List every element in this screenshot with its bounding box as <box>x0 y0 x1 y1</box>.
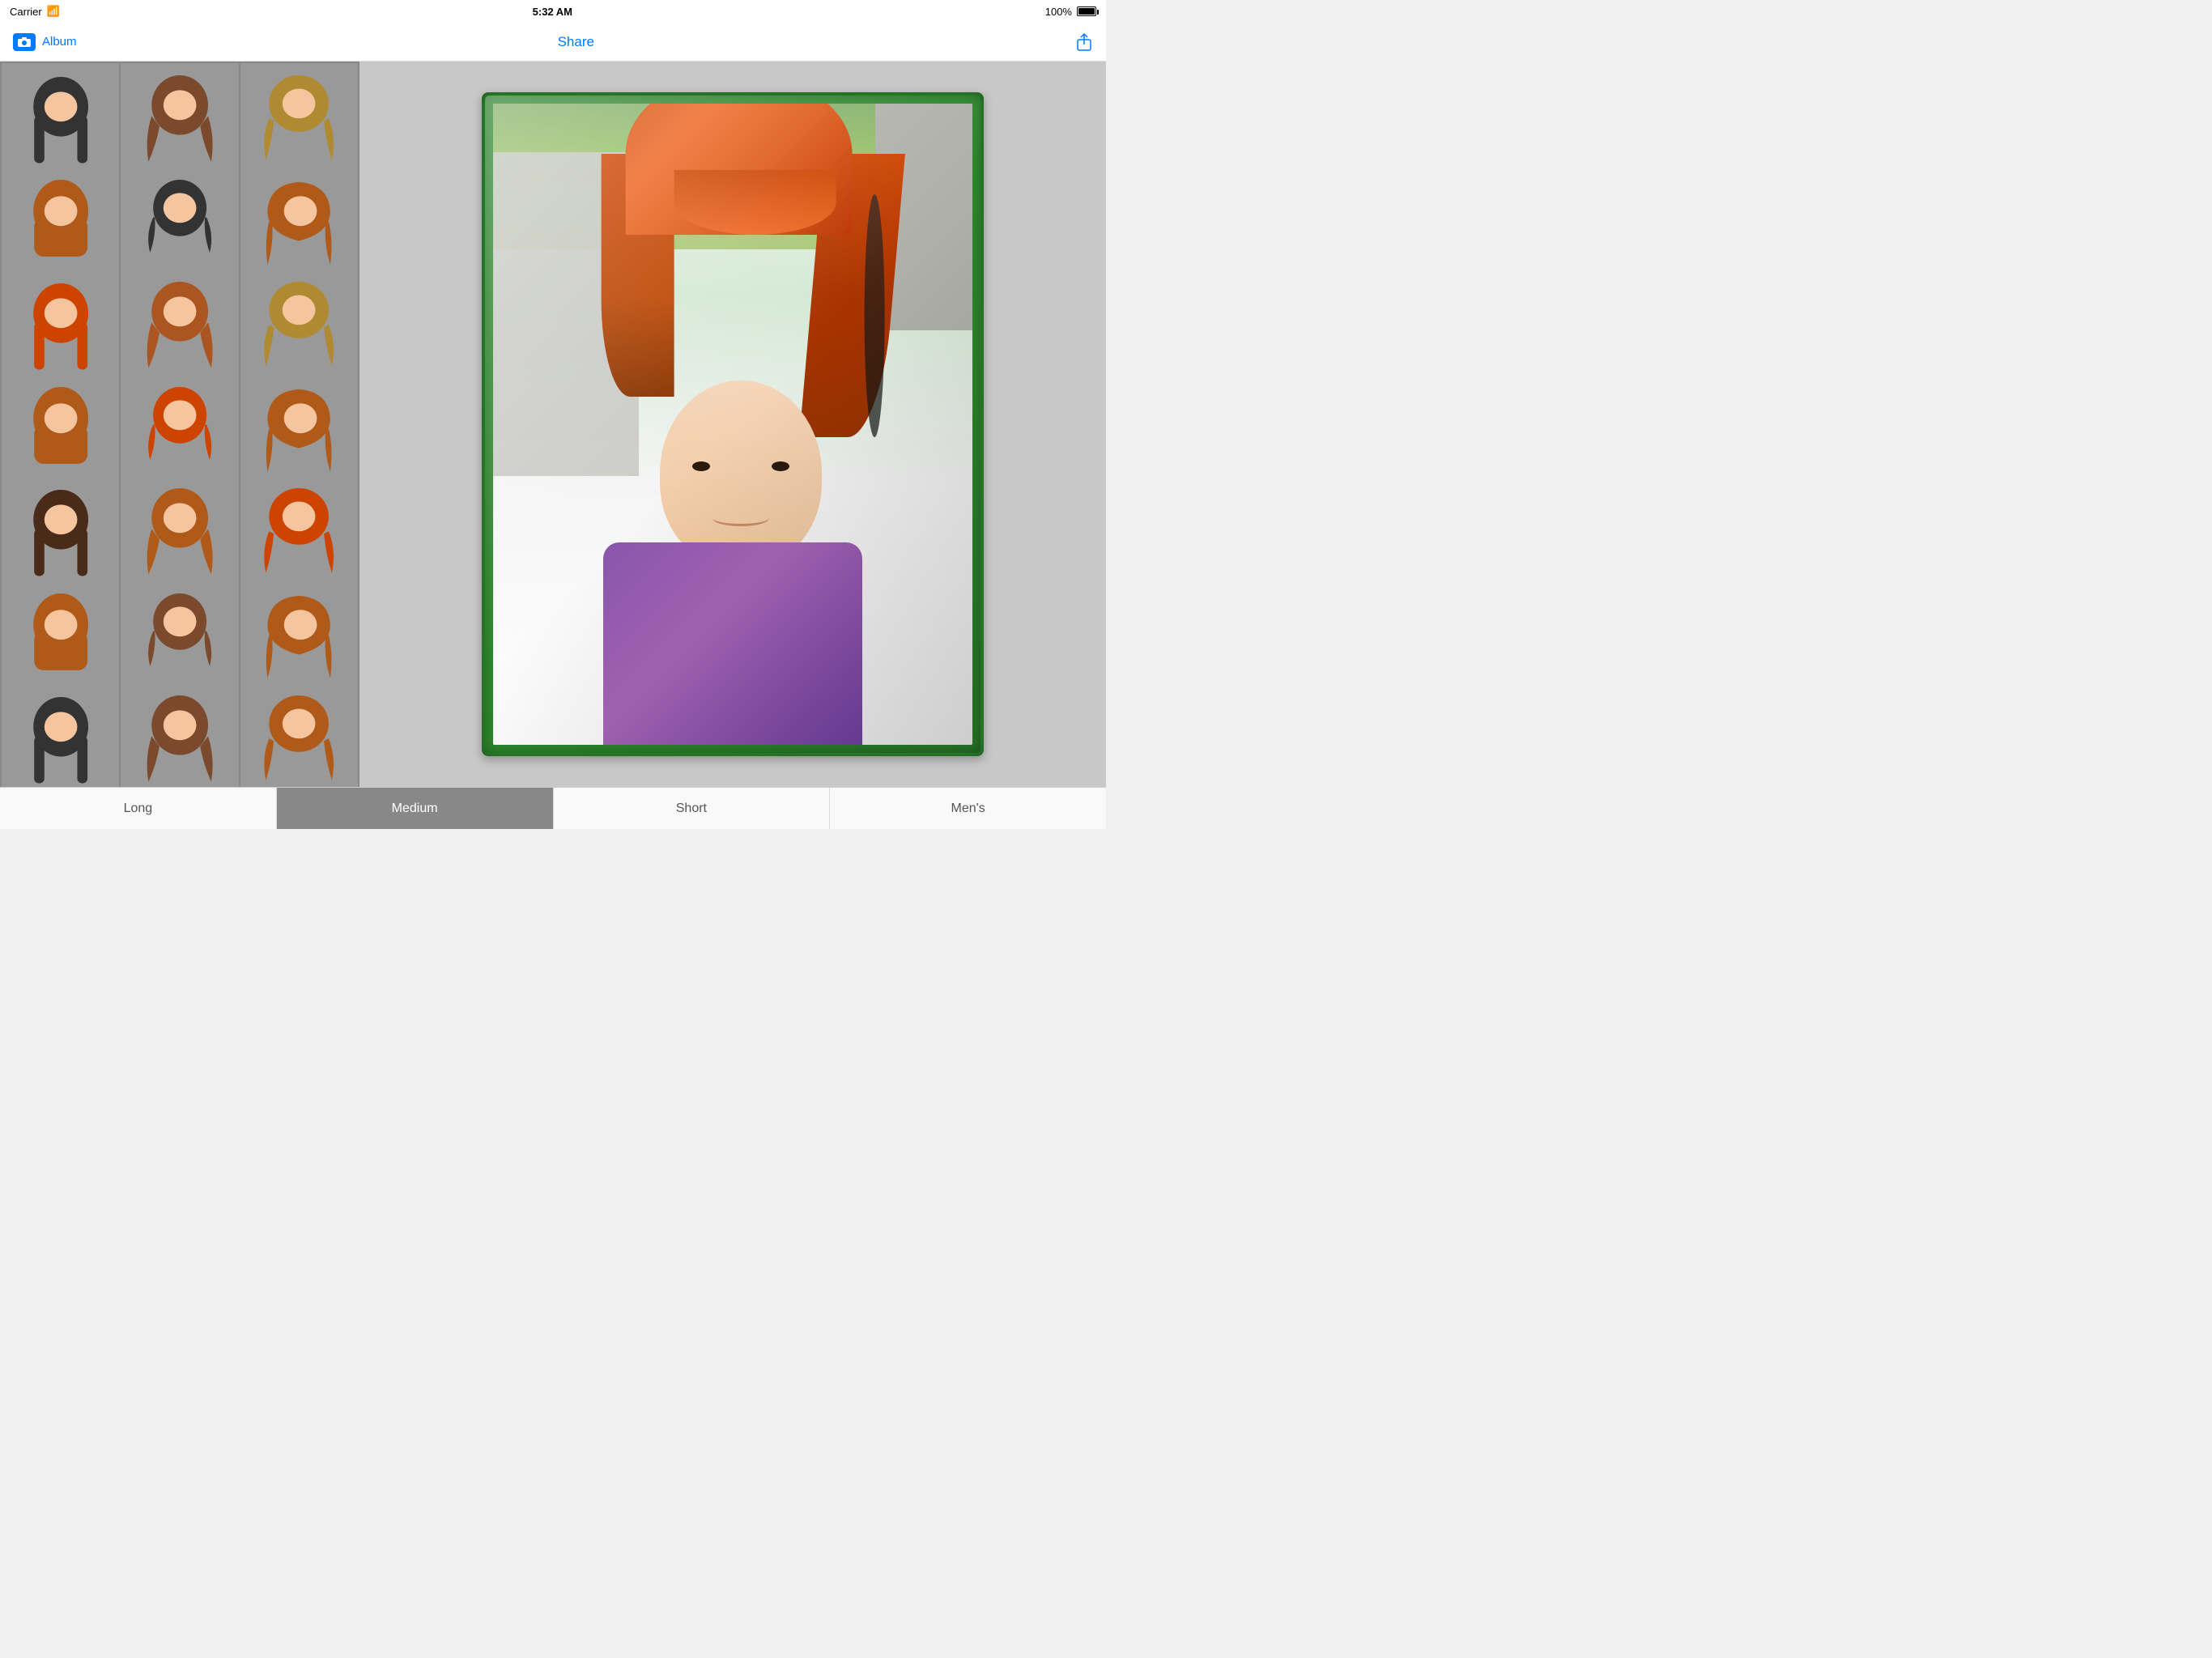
nav-left[interactable]: Album <box>13 33 77 51</box>
eye-left <box>692 461 710 471</box>
tab-bar: Long Medium Short Men's <box>0 787 1106 829</box>
hair-item-21[interactable]: 21 <box>240 683 358 787</box>
hair-dark-streak <box>865 194 885 437</box>
photo-frame <box>482 92 984 756</box>
hair-item-9[interactable]: 9 <box>240 270 358 387</box>
photo-inner <box>493 104 972 745</box>
hair-item-20[interactable]: 20 <box>121 683 238 787</box>
nav-bar: Album Share <box>0 23 1106 62</box>
hair-grid-panel: 123456789101112131415161718192021 <box>0 62 359 787</box>
status-left: Carrier 📶 <box>10 5 60 18</box>
status-time: 5:32 AM <box>533 6 572 18</box>
hair-item-1[interactable]: 1 <box>2 63 119 181</box>
hair-item-5[interactable]: 5 <box>121 167 238 284</box>
hair-item-7[interactable]: 7 <box>2 270 119 387</box>
woman-eyes <box>692 461 789 471</box>
eye-right <box>772 461 789 471</box>
main-content: 123456789101112131415161718192021 <box>0 62 1106 787</box>
battery-icon <box>1077 6 1096 16</box>
hair-item-3[interactable]: 3 <box>240 63 358 181</box>
hair-item-10[interactable]: 10 <box>2 373 119 491</box>
hair-item-18[interactable]: 18 <box>240 580 358 698</box>
share-icon-button[interactable] <box>1075 33 1093 51</box>
album-label[interactable]: Album <box>42 35 77 49</box>
tab-mens[interactable]: Men's <box>830 788 1106 829</box>
wifi-icon: 📶 <box>47 5 60 18</box>
hair-item-4[interactable]: 4 <box>2 167 119 284</box>
hair-item-6[interactable]: 6 <box>240 167 358 284</box>
tab-short[interactable]: Short <box>554 788 831 829</box>
tab-medium[interactable]: Medium <box>277 788 554 829</box>
hair-item-11[interactable]: 11 <box>121 373 238 491</box>
hair-item-13[interactable]: 13 <box>2 477 119 594</box>
tab-long[interactable]: Long <box>0 788 277 829</box>
hair-item-17[interactable]: 17 <box>121 580 238 698</box>
hair-item-15[interactable]: 15 <box>240 477 358 594</box>
status-right: 100% <box>1045 6 1096 18</box>
battery-label: 100% <box>1045 6 1072 18</box>
woman-face <box>660 380 822 567</box>
photo-scene <box>493 104 972 745</box>
hair-bangs <box>674 170 836 235</box>
hair-item-2[interactable]: 2 <box>121 63 238 181</box>
woman-body <box>603 542 862 745</box>
share-button[interactable]: Share <box>558 34 594 50</box>
preview-panel <box>359 62 1106 787</box>
carrier-label: Carrier <box>10 6 42 18</box>
hair-item-14[interactable]: 14 <box>121 477 238 594</box>
hair-item-12[interactable]: 12 <box>240 373 358 491</box>
hair-item-16[interactable]: 16 <box>2 580 119 698</box>
hair-item-8[interactable]: 8 <box>121 270 238 387</box>
status-bar: Carrier 📶 5:32 AM 100% <box>0 0 1106 23</box>
hair-item-19[interactable]: 19 <box>2 683 119 787</box>
woman-smile <box>713 510 769 526</box>
camera-icon[interactable] <box>13 33 36 51</box>
